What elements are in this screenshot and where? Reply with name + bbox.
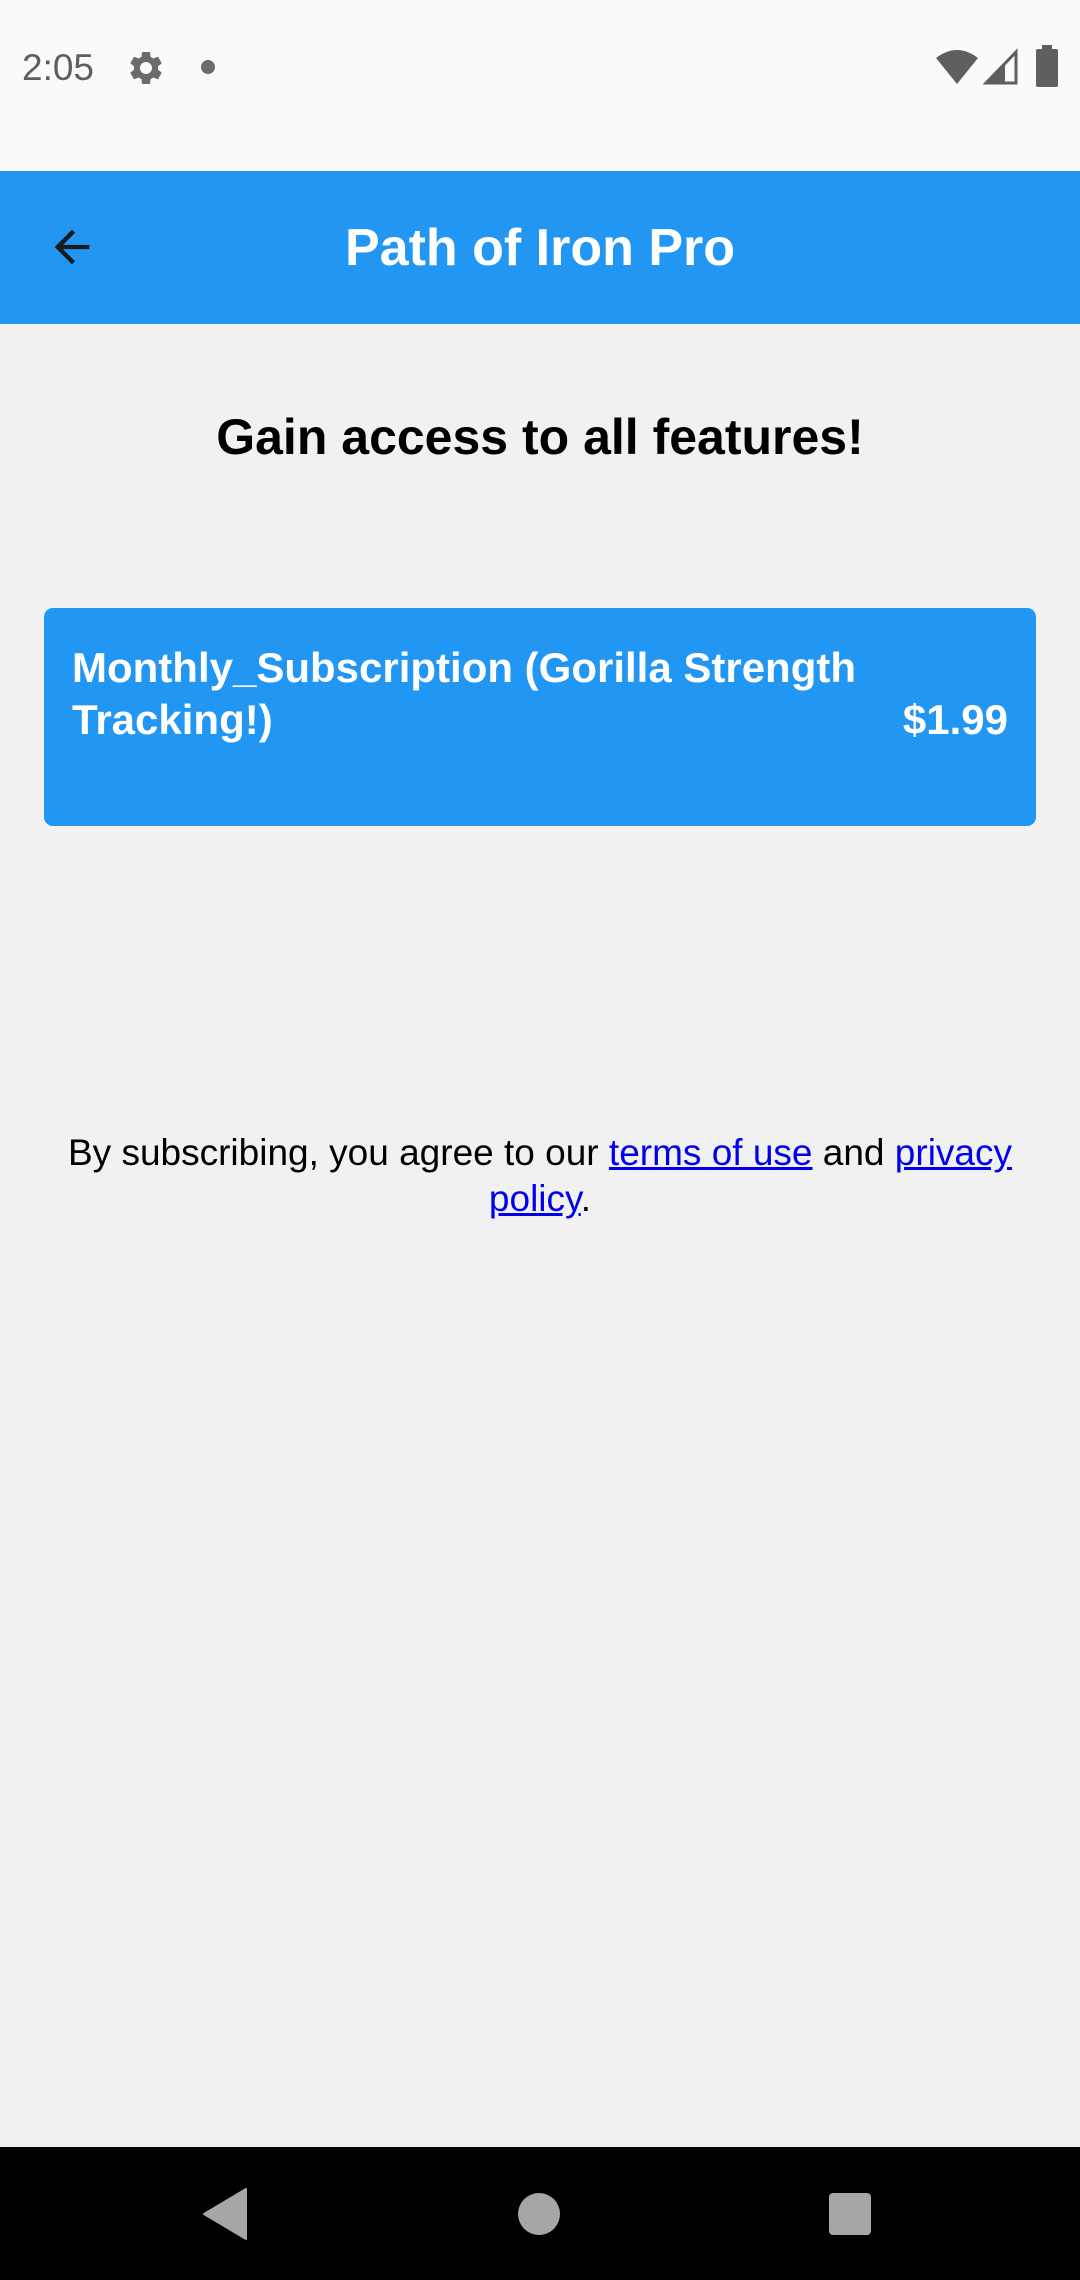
system-nav-bar xyxy=(0,2147,1080,2280)
nav-recents-icon[interactable] xyxy=(829,2193,871,2235)
nav-home-icon[interactable] xyxy=(518,2193,560,2235)
subscription-option-button[interactable]: Monthly_Subscription (Gorilla Strength T… xyxy=(44,608,1036,826)
terms-notice: By subscribing, you agree to our terms o… xyxy=(40,1130,1040,1222)
terms-suffix: . xyxy=(580,1178,592,1219)
terms-of-use-link[interactable]: terms of use xyxy=(609,1132,813,1173)
terms-middle: and xyxy=(812,1132,895,1173)
status-bar: 2:05 xyxy=(0,0,1080,171)
app-bar: Path of Iron Pro xyxy=(0,171,1080,324)
nav-back-icon[interactable] xyxy=(202,2187,250,2241)
terms-prefix: By subscribing, you agree to our xyxy=(68,1132,609,1173)
headline: Gain access to all features! xyxy=(216,409,864,465)
gear-icon xyxy=(130,51,162,84)
wifi-icon xyxy=(936,50,978,84)
subscription-name: Monthly_Subscription (Gorilla Strength T… xyxy=(72,644,857,743)
arrow-left-icon xyxy=(54,229,90,265)
status-time: 2:05 xyxy=(22,47,95,88)
page-title: Path of Iron Pro xyxy=(345,218,735,277)
subscription-price: $1.99 xyxy=(902,696,1008,743)
cell-signal-icon xyxy=(983,48,1018,85)
back-button[interactable] xyxy=(30,205,114,289)
notification-dot-icon xyxy=(201,60,215,74)
battery-icon xyxy=(1036,45,1058,87)
